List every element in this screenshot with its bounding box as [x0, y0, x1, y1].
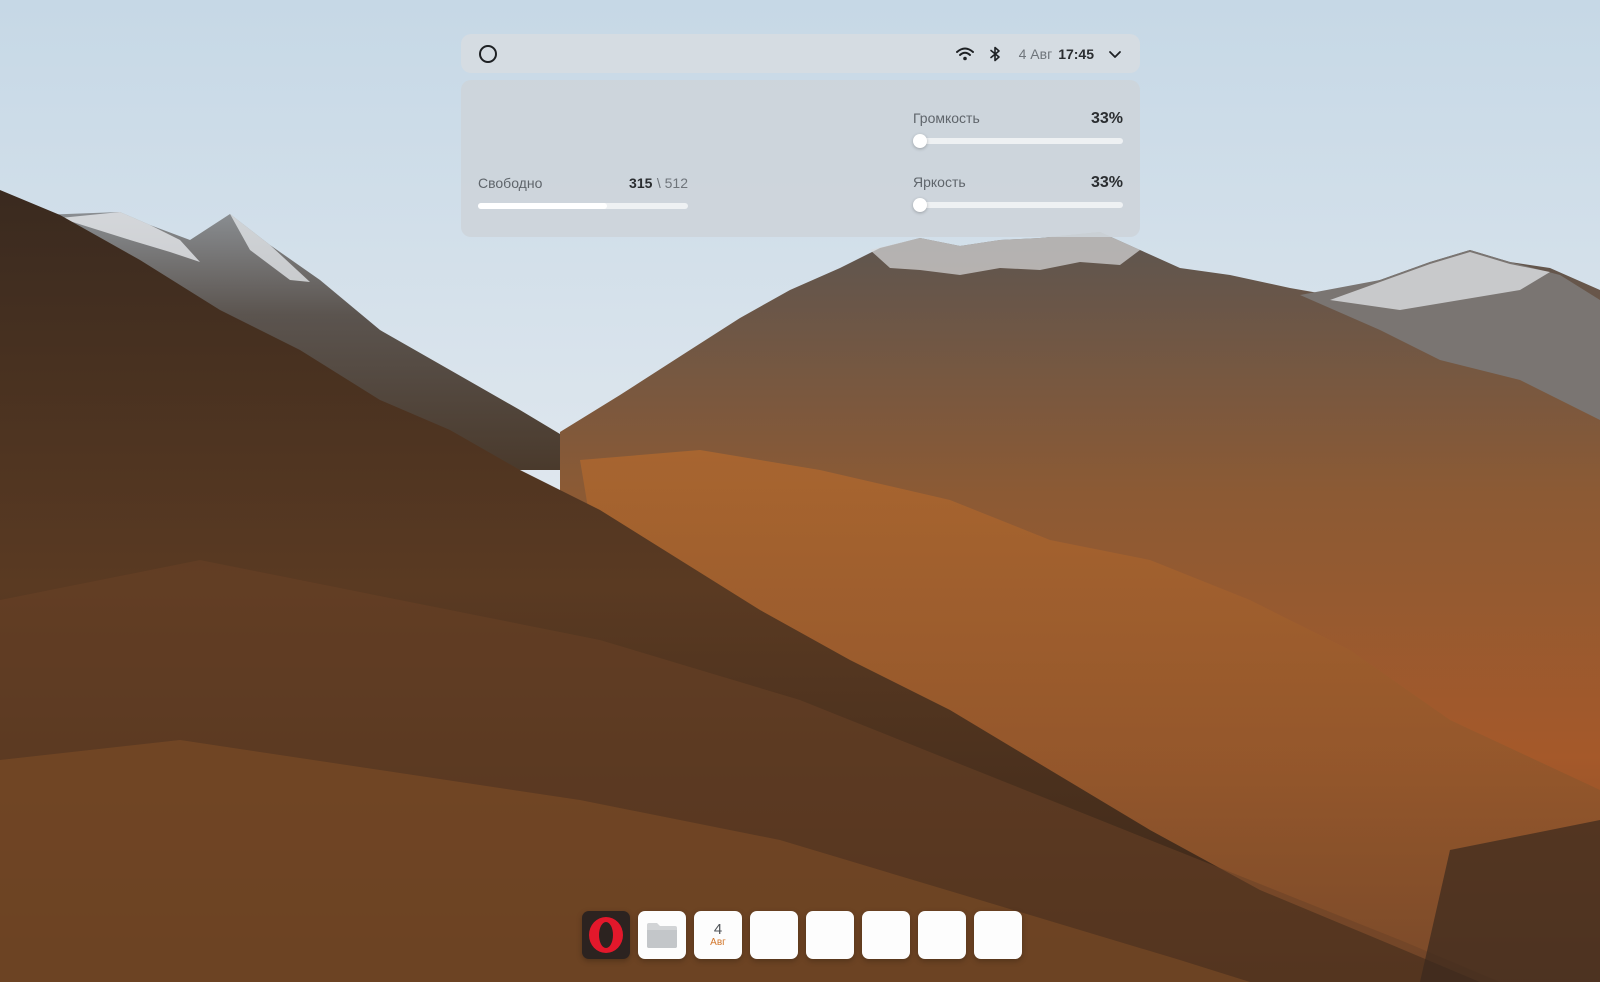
storage-usage: 315 \ 512 — [629, 175, 688, 193]
clock-label[interactable]: 17:45 — [1058, 46, 1094, 62]
dock-app-slot[interactable] — [862, 911, 910, 959]
calendar-icon-day: 4 — [713, 920, 723, 938]
top-bar: 4 Авг 17:45 — [461, 34, 1140, 73]
calendar-icon-month: Авг — [710, 936, 726, 948]
storage-label: Свободно — [478, 175, 543, 191]
dock-app-slot[interactable] — [918, 911, 966, 959]
brightness-widget: Яркость 33% — [913, 174, 1123, 212]
volume-slider-knob[interactable] — [913, 134, 927, 148]
volume-slider[interactable] — [913, 134, 1123, 148]
opera-icon — [589, 917, 623, 953]
dock: 4 Авг — [582, 911, 1030, 959]
dock-calendar-app[interactable]: 4 Авг — [694, 911, 742, 959]
brightness-label: Яркость — [913, 174, 966, 190]
date-label[interactable]: 4 Авг — [1019, 46, 1053, 62]
brightness-value: 33% — [1090, 174, 1123, 191]
storage-used: 315 — [629, 175, 653, 191]
chevron-down-icon[interactable] — [1106, 45, 1124, 63]
wifi-icon[interactable] — [955, 44, 975, 64]
folder-icon — [647, 923, 677, 948]
storage-bar — [478, 203, 688, 209]
dock-app-slot[interactable] — [750, 911, 798, 959]
storage-bar-fill — [478, 203, 608, 209]
volume-widget: Громкость 33% — [913, 110, 1123, 148]
dock-files-app[interactable] — [638, 911, 686, 959]
control-panel: Свободно 315 \ 512 Громкость 33% Яркость — [461, 80, 1140, 237]
storage-total: \ 512 — [656, 175, 688, 191]
circle-logo-icon[interactable] — [478, 44, 498, 64]
dock-app-slot[interactable] — [806, 911, 854, 959]
volume-label: Громкость — [913, 110, 980, 126]
storage-widget: Свободно 315 \ 512 — [478, 175, 688, 209]
dock-opera-app[interactable] — [582, 911, 630, 959]
bluetooth-icon[interactable] — [985, 44, 1005, 64]
brightness-slider[interactable] — [913, 198, 1123, 212]
dock-app-slot[interactable] — [974, 911, 1022, 959]
volume-value: 33% — [1090, 110, 1123, 127]
desktop: 4 Авг 17:45 Свободно 315 \ 512 Громкость… — [0, 0, 1600, 982]
brightness-slider-knob[interactable] — [913, 198, 927, 212]
